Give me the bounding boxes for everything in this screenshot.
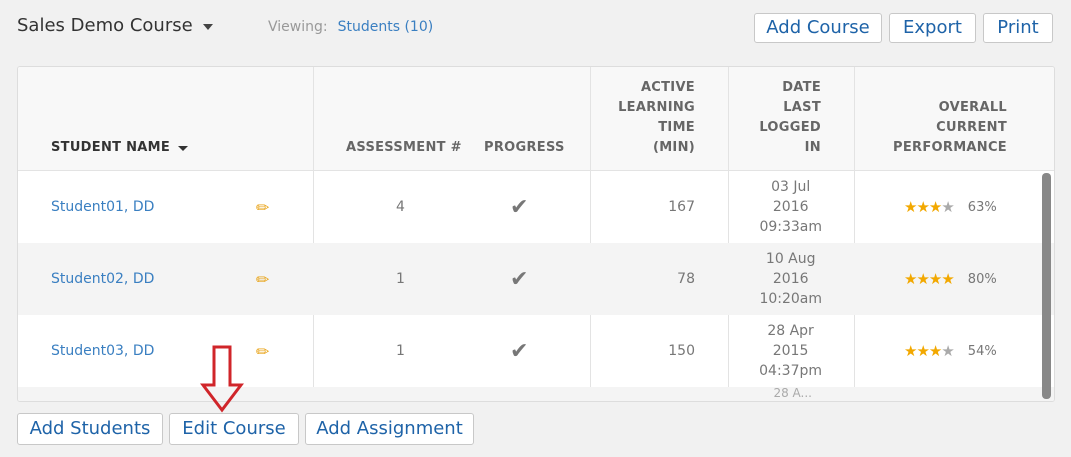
- star-rating: ★★★★: [904, 198, 955, 216]
- viewing-info: Viewing: Students (10): [268, 19, 433, 35]
- header-line: LEARNING: [618, 100, 695, 115]
- student-name-link[interactable]: Student02, DD: [51, 271, 154, 287]
- checkmark-icon: ✔: [510, 194, 529, 220]
- column-header-assessment: ASSESSMENT #: [346, 140, 462, 155]
- date-line: 10:20am: [759, 291, 822, 307]
- date-line: 2016: [772, 199, 809, 215]
- checkmark-icon: ✔: [510, 338, 529, 364]
- table-row: Student01, DD ✏ 4 ✔ 167 03 Jul 2016 09:3…: [18, 171, 1054, 243]
- column-header-student-name[interactable]: STUDENT NAME: [51, 138, 189, 158]
- header-line: ACTIVE: [640, 80, 695, 95]
- column-label: STUDENT NAME: [51, 140, 171, 155]
- header-line: CURRENT: [936, 120, 1007, 135]
- column-header-active-time: ACTIVE LEARNING TIME (MIN): [618, 78, 695, 158]
- table-scrollbar[interactable]: [1042, 173, 1051, 399]
- header-line: DATE: [782, 80, 821, 95]
- table-row: Student02, DD ✏ 1 ✔ 78 10 Aug 2016 10:20…: [18, 243, 1054, 315]
- partial-date: 28 A...: [773, 386, 812, 400]
- add-course-button[interactable]: Add Course: [754, 13, 882, 43]
- table-row: Student03, DD ✏ 1 ✔ 150 28 Apr 2015 04:3…: [18, 315, 1054, 387]
- add-assignment-button[interactable]: Add Assignment: [305, 413, 474, 445]
- performance-cell: ★★★★ 80%: [904, 243, 997, 315]
- performance-percent: 54%: [967, 343, 997, 359]
- active-time: 167: [668, 199, 695, 215]
- date-line: 10 Aug: [765, 251, 816, 267]
- last-logged-date: 10 Aug 2016 10:20am: [759, 243, 822, 315]
- header-line: TIME: [658, 120, 695, 135]
- pencil-icon[interactable]: ✏: [256, 342, 269, 361]
- star-rating: ★★★★: [904, 270, 955, 288]
- column-header-progress: PROGRESS: [484, 140, 565, 155]
- header-line: LOGGED: [759, 120, 821, 135]
- checkmark-icon: ✔: [510, 266, 529, 292]
- date-line: 28 Apr: [767, 323, 814, 339]
- performance-cell: ★★★★ 54%: [904, 315, 997, 387]
- performance-percent: 80%: [967, 271, 997, 287]
- header-line: LAST: [783, 100, 821, 115]
- viewing-label: Viewing:: [268, 19, 328, 35]
- viewing-students-link[interactable]: Students (10): [338, 19, 434, 35]
- active-time: 78: [677, 271, 695, 287]
- date-line: 2016: [772, 271, 809, 287]
- assessment-count: 1: [396, 271, 405, 287]
- active-time: 150: [668, 343, 695, 359]
- date-line: 09:33am: [759, 219, 822, 235]
- last-logged-date: 03 Jul 2016 09:33am: [759, 171, 822, 243]
- course-title: Sales Demo Course: [17, 15, 193, 36]
- sort-down-icon: [178, 145, 189, 151]
- date-line: 03 Jul: [771, 179, 811, 195]
- student-table: STUDENT NAME ASSESSMENT # PROGRESS ACTIV…: [17, 66, 1055, 402]
- column-header-performance: OVERALL CURRENT PERFORMANCE: [893, 98, 1007, 158]
- pencil-icon[interactable]: ✏: [256, 198, 269, 217]
- arrow-down-icon: [200, 345, 244, 413]
- header-line: OVERALL: [938, 100, 1007, 115]
- page-header: Sales Demo Course Viewing: Students (10)…: [0, 0, 1071, 58]
- print-button[interactable]: Print: [983, 13, 1053, 43]
- header-line: (MIN): [652, 140, 695, 155]
- export-button[interactable]: Export: [889, 13, 976, 43]
- header-line: PERFORMANCE: [893, 140, 1007, 155]
- table-header: STUDENT NAME ASSESSMENT # PROGRESS ACTIV…: [18, 67, 1054, 171]
- performance-cell: ★★★★ 63%: [904, 171, 997, 243]
- column-header-date: DATE LAST LOGGED IN: [759, 78, 821, 158]
- pencil-icon[interactable]: ✏: [256, 270, 269, 289]
- header-line: IN: [804, 140, 821, 155]
- star-rating: ★★★★: [904, 342, 955, 360]
- student-name-link[interactable]: Student03, DD: [51, 343, 154, 359]
- edit-course-button[interactable]: Edit Course: [169, 413, 299, 445]
- assessment-count: 1: [396, 343, 405, 359]
- course-selector[interactable]: Sales Demo Course: [17, 15, 213, 36]
- add-students-button[interactable]: Add Students: [17, 413, 163, 445]
- assessment-count: 4: [396, 199, 405, 215]
- table-row: 28 A...: [18, 386, 1054, 401]
- performance-percent: 63%: [967, 199, 997, 215]
- student-name-link[interactable]: Student01, DD: [51, 199, 154, 215]
- chevron-down-icon: [202, 23, 213, 30]
